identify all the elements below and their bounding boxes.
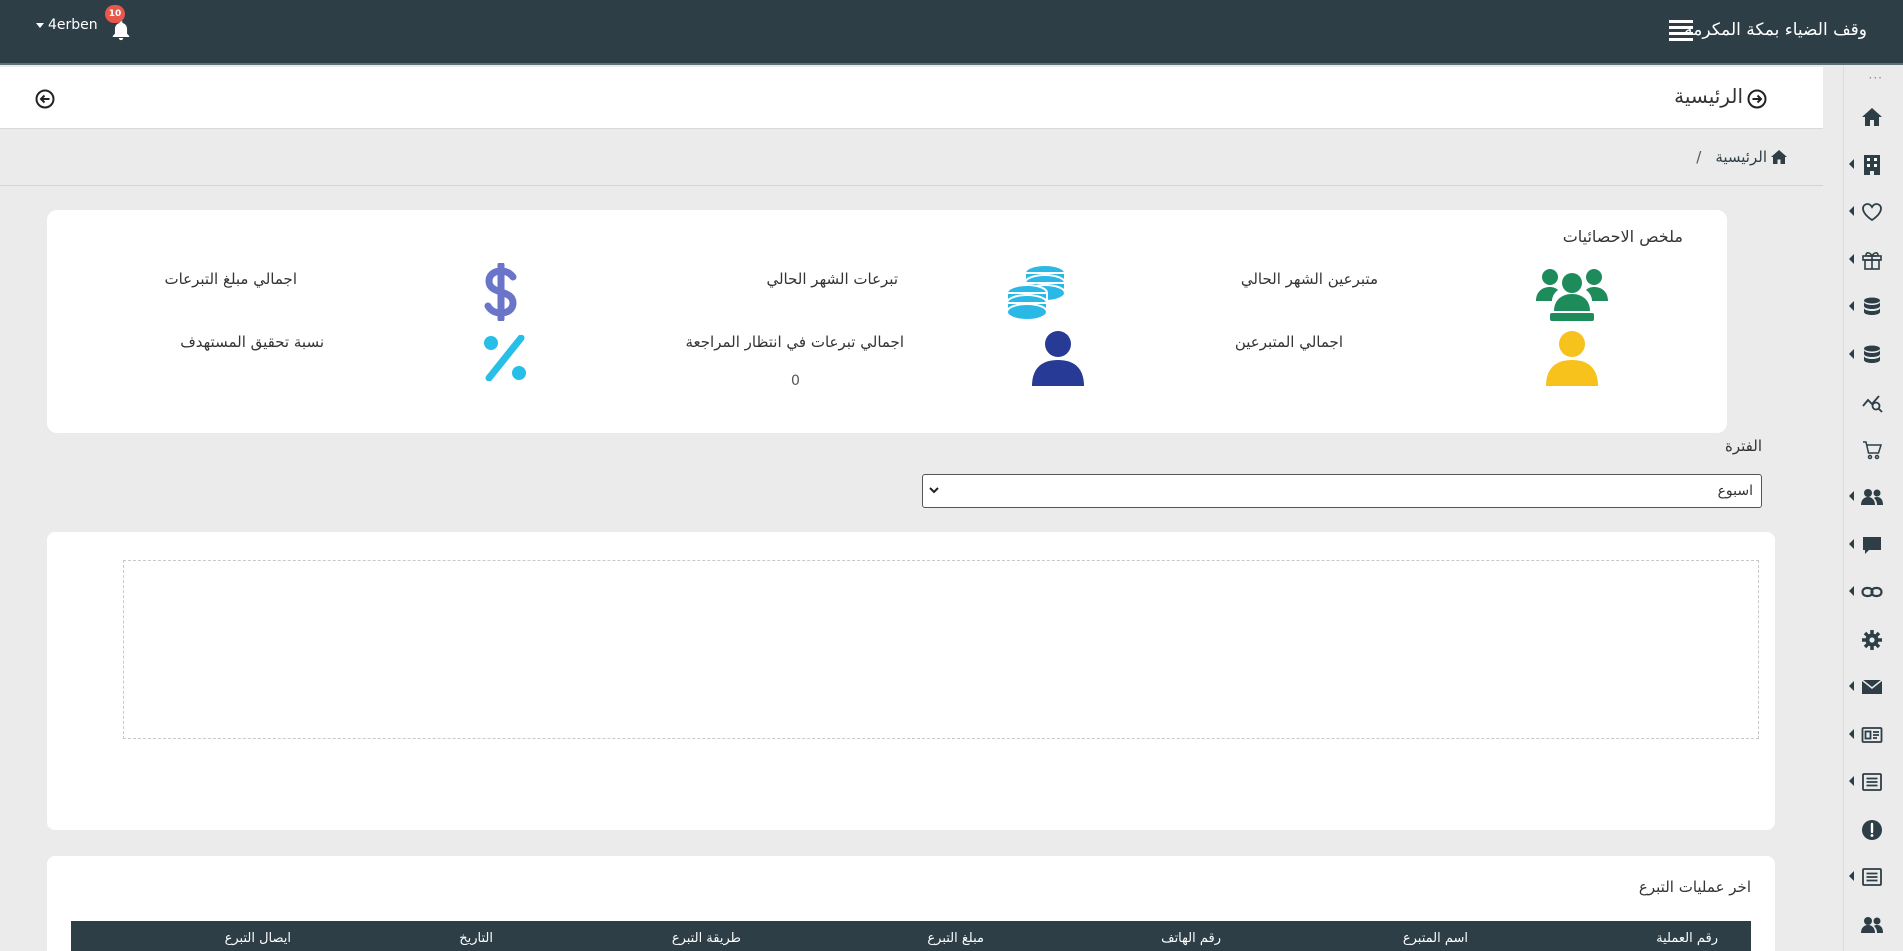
cart-icon [1863,441,1883,460]
gear-icon [1862,630,1882,650]
sidebar-item-cards[interactable] [1843,715,1903,755]
users-icon [1536,269,1608,321]
col-donor-name: اسم المتبرع [1402,931,1468,946]
username: 4erben [48,17,98,33]
list-icon [1862,773,1882,791]
sidebar-item-links[interactable] [1843,572,1903,612]
sidebar-item-mail[interactable] [1843,667,1903,707]
comment-icon [1863,537,1881,554]
heart-icon [1862,203,1882,222]
pending-review-donations-label: اجمالي تبرعات في انتظار المراجعة [685,333,904,351]
sidebar-item-messages[interactable] [1843,525,1903,565]
sidebar-item-lists-1[interactable] [1843,762,1903,802]
percent-icon [484,335,526,381]
sidebar: ··· [1843,65,1903,951]
col-donation-receipt: ايصال التبرع [224,931,291,946]
user-menu-dropdown[interactable]: 4erben [36,17,98,33]
page-title: الرئيسية [1674,84,1743,108]
sidebar-item-favorites[interactable] [1843,192,1903,232]
more-dots-icon[interactable]: ··· [1869,71,1883,85]
link-icon [1861,586,1883,598]
breadcrumb: الرئيسية / [1696,148,1787,166]
breadcrumb-home-link[interactable]: الرئيسية [1715,148,1787,166]
breadcrumb-separator: / [1696,148,1702,166]
sidebar-item-settings[interactable] [1843,620,1903,660]
coins-icon [1006,264,1066,321]
arrow-circle-right-icon [1747,89,1767,109]
database-icon [1864,345,1880,363]
sidebar-item-database-1[interactable] [1843,287,1903,327]
period-select[interactable]: اسبوع [922,474,1762,508]
latest-donations-card: اخر عمليات التبرع رقم العملية اسم المتبر… [47,856,1775,951]
brand-title[interactable]: وقف الضياء بمكة المكرمة [1684,20,1867,40]
period-filter-label: الفترة [1725,437,1762,455]
sidebar-item-alerts[interactable] [1843,810,1903,850]
col-operation-number: رقم العملية [1656,931,1718,946]
current-month-donors-label: متبرعين الشهر الحالي [1240,270,1378,288]
list-icon [1862,868,1882,886]
notifications-count-badge: 10 [105,5,125,23]
sidebar-item-users[interactable] [1843,477,1903,517]
total-donors-label: اجمالي المتبرعين [1234,333,1343,351]
sidebar-item-buildings[interactable] [1843,145,1903,185]
home-icon [1862,108,1882,126]
sidebar-item-lists-2[interactable] [1843,857,1903,897]
sidebar-item-reports[interactable] [1843,382,1903,422]
building-icon [1864,155,1880,175]
col-donation-method: طريقة التبرع [671,931,741,946]
current-month-donations-label: تبرعات الشهر الحالي [766,270,898,288]
stats-title: ملخص الاحصائيات [1562,227,1683,246]
alert-icon [1862,820,1882,840]
chart-canvas-area [123,560,1759,739]
donations-chart-card [47,532,1775,830]
stats-summary-card: ملخص الاحصائيات متبرعين الشهر الحالي تبر… [47,210,1727,433]
breadcrumb-divider [0,185,1823,186]
page-header: الرئيسية [0,67,1823,129]
pending-review-donations-value: 0 [791,373,800,389]
chevron-down-icon [929,487,939,494]
id-card-icon [1861,727,1883,743]
sidebar-item-home[interactable] [1843,97,1903,137]
sidebar-item-team[interactable] [1843,905,1903,945]
users-icon [1861,489,1883,505]
col-date: التاريخ [459,931,493,946]
target-achievement-ratio-label: نسبة تحقيق المستهدف [180,333,324,351]
user-icon [1032,331,1084,386]
top-navbar: وقف الضياء بمكة المكرمة 10 4erben [0,0,1903,65]
home-icon [1771,150,1787,164]
period-selected-value: اسبوع [1717,483,1753,499]
gift-icon [1862,252,1882,270]
col-phone-number: رقم الهاتف [1161,931,1221,946]
user-icon [1546,331,1598,386]
dollar-icon [484,263,517,321]
users-icon [1861,917,1883,933]
arrow-circle-left-icon[interactable] [35,89,55,109]
chart-search-icon [1862,395,1883,413]
latest-donations-title: اخر عمليات التبرع [1638,878,1751,896]
menu-toggle-button[interactable] [1669,17,1693,41]
total-donations-amount-label: اجمالي مبلغ التبرعات [164,270,297,288]
caret-down-icon [36,22,44,28]
database-icon [1864,297,1880,315]
col-donation-amount: مبلغ التبرع [927,931,984,946]
breadcrumb-home-label: الرئيسية [1715,148,1767,166]
sidebar-item-database-2[interactable] [1843,335,1903,375]
sidebar-item-cart[interactable] [1843,430,1903,470]
envelope-icon [1861,679,1883,694]
sidebar-item-gifts[interactable] [1843,240,1903,280]
table-header-row: رقم العملية اسم المتبرع رقم الهاتف مبلغ … [71,921,1751,951]
